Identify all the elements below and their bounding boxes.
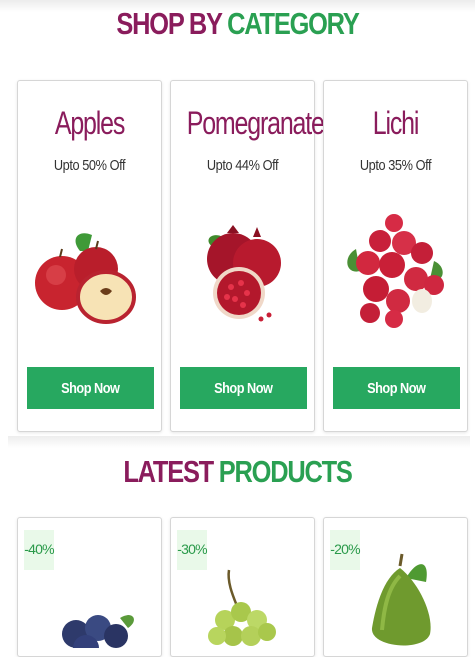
shop-now-button[interactable]: Shop Now: [27, 367, 154, 409]
category-card-apples[interactable]: Apples Upto 50% Off Shop Now: [17, 80, 162, 432]
heading-part-1: LATEST: [123, 454, 214, 489]
category-card-pomegranate[interactable]: Pomegranate Upto 44% Off Shop Now: [170, 80, 325, 432]
apples-image: [35, 233, 136, 324]
shop-now-label: Shop Now: [61, 379, 120, 397]
category-offer: Upto 35% Off: [359, 157, 432, 174]
pomegranate-image: [207, 225, 281, 322]
shop-now-button[interactable]: Shop Now: [180, 367, 307, 409]
category-card-lichi[interactable]: Lichi Upto 35% Off Shop Now: [323, 80, 468, 432]
heading-part-2: CATEGORY: [227, 6, 360, 41]
heading-part-1: SHOP BY: [116, 6, 222, 41]
shop-now-label: Shop Now: [214, 379, 273, 397]
shop-now-button[interactable]: Shop Now: [333, 367, 460, 409]
heading-part-2: PRODUCTS: [218, 454, 353, 489]
category-offer: Upto 50% Off: [53, 157, 126, 174]
category-name: Apples: [54, 105, 125, 141]
discount-badge: -20%: [330, 530, 361, 570]
product-card-avocado[interactable]: -20%: [323, 517, 468, 657]
discount-badge: -30%: [177, 530, 208, 570]
product-card-blueberries[interactable]: -40%: [17, 517, 162, 657]
shop-by-category-heading: SHOP BY CATEGORY: [43, 6, 433, 42]
category-offer: Upto 44% Off: [206, 157, 279, 174]
lichi-image: [347, 214, 444, 328]
latest-products-heading: LATEST PRODUCTS: [43, 454, 433, 490]
discount-badge: -40%: [24, 530, 55, 570]
section-divider-band: [8, 436, 470, 448]
product-card-grapes[interactable]: -30%: [170, 517, 315, 657]
category-name: Pomegranate: [186, 105, 325, 141]
category-name: Lichi: [372, 105, 420, 141]
shop-now-label: Shop Now: [367, 379, 426, 397]
